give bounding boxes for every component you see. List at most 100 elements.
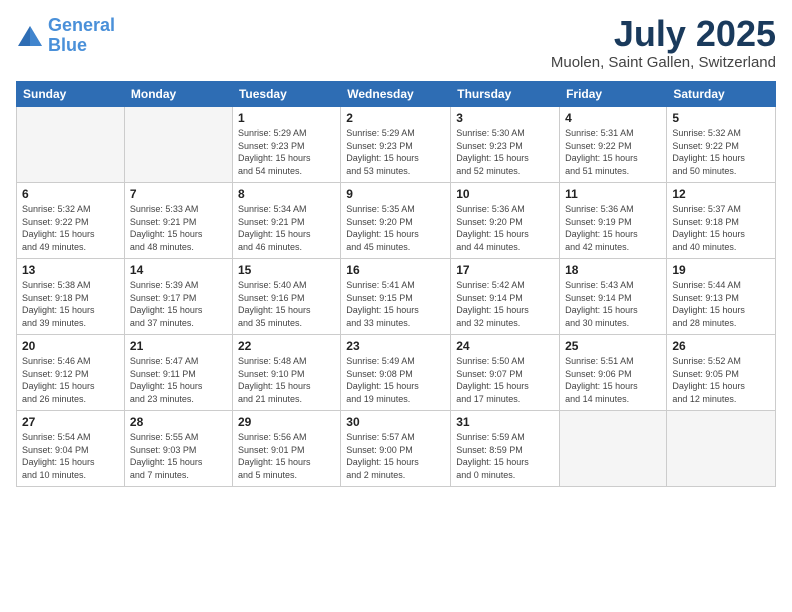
calendar-cell: 17 Sunrise: 5:42 AM Sunset: 9:14 PM Dayli… <box>451 259 560 335</box>
day-number: 17 <box>456 263 554 277</box>
day-info: Sunrise: 5:43 AM Sunset: 9:14 PM Dayligh… <box>565 279 661 329</box>
weekday-friday: Friday <box>560 82 667 107</box>
day-info: Sunrise: 5:29 AM Sunset: 9:23 PM Dayligh… <box>346 127 445 177</box>
location: Muolen, Saint Gallen, Switzerland <box>551 54 776 71</box>
calendar-cell: 22 Sunrise: 5:48 AM Sunset: 9:10 PM Dayli… <box>232 335 340 411</box>
day-info: Sunrise: 5:32 AM Sunset: 9:22 PM Dayligh… <box>672 127 770 177</box>
day-number: 21 <box>130 339 227 353</box>
day-info: Sunrise: 5:54 AM Sunset: 9:04 PM Dayligh… <box>22 431 119 481</box>
logo-general: General <box>48 15 115 35</box>
day-number: 12 <box>672 187 770 201</box>
calendar-cell: 6 Sunrise: 5:32 AM Sunset: 9:22 PM Daylig… <box>17 183 125 259</box>
day-number: 13 <box>22 263 119 277</box>
day-number: 2 <box>346 111 445 125</box>
day-number: 15 <box>238 263 335 277</box>
calendar-cell: 9 Sunrise: 5:35 AM Sunset: 9:20 PM Daylig… <box>341 183 451 259</box>
calendar-cell: 28Sunrise: 5:55 AM Sunset: 9:03 PM Dayli… <box>124 411 232 487</box>
calendar-cell: 26 Sunrise: 5:52 AM Sunset: 9:05 PM Dayli… <box>667 335 776 411</box>
day-number: 22 <box>238 339 335 353</box>
header: General Blue July 2025 Muolen, Saint Gal… <box>16 16 776 71</box>
calendar-cell: 29Sunrise: 5:56 AM Sunset: 9:01 PM Dayli… <box>232 411 340 487</box>
day-number: 29 <box>238 415 335 429</box>
day-number: 9 <box>346 187 445 201</box>
calendar-cell: 27 Sunrise: 5:54 AM Sunset: 9:04 PM Dayli… <box>17 411 125 487</box>
day-info: Sunrise: 5:36 AM Sunset: 9:20 PM Dayligh… <box>456 203 554 253</box>
day-number: 25 <box>565 339 661 353</box>
day-number: 31 <box>456 415 554 429</box>
weekday-tuesday: Tuesday <box>232 82 340 107</box>
day-number: 28 <box>130 415 227 429</box>
calendar-cell: 8 Sunrise: 5:34 AM Sunset: 9:21 PM Daylig… <box>232 183 340 259</box>
calendar-cell: 13 Sunrise: 5:38 AM Sunset: 9:18 PM Dayli… <box>17 259 125 335</box>
day-number: 6 <box>22 187 119 201</box>
day-info: Sunrise: 5:38 AM Sunset: 9:18 PM Dayligh… <box>22 279 119 329</box>
calendar-cell: 11Sunrise: 5:36 AM Sunset: 9:19 PM Dayli… <box>560 183 667 259</box>
calendar-cell: 31 Sunrise: 5:59 AM Sunset: 8:59 PM Dayli… <box>451 411 560 487</box>
day-number: 14 <box>130 263 227 277</box>
calendar-cell: 16Sunrise: 5:41 AM Sunset: 9:15 PM Dayli… <box>341 259 451 335</box>
week-row-0: 1 Sunrise: 5:29 AM Sunset: 9:23 PM Daylig… <box>17 107 776 183</box>
day-info: Sunrise: 5:31 AM Sunset: 9:22 PM Dayligh… <box>565 127 661 177</box>
day-number: 7 <box>130 187 227 201</box>
calendar-cell <box>17 107 125 183</box>
day-info: Sunrise: 5:57 AM Sunset: 9:00 PM Dayligh… <box>346 431 445 481</box>
week-row-3: 20Sunrise: 5:46 AM Sunset: 9:12 PM Dayli… <box>17 335 776 411</box>
calendar-cell: 24 Sunrise: 5:50 AM Sunset: 9:07 PM Dayli… <box>451 335 560 411</box>
day-number: 1 <box>238 111 335 125</box>
calendar-cell: 19Sunrise: 5:44 AM Sunset: 9:13 PM Dayli… <box>667 259 776 335</box>
day-info: Sunrise: 5:59 AM Sunset: 8:59 PM Dayligh… <box>456 431 554 481</box>
calendar-cell: 23Sunrise: 5:49 AM Sunset: 9:08 PM Dayli… <box>341 335 451 411</box>
day-number: 5 <box>672 111 770 125</box>
day-info: Sunrise: 5:33 AM Sunset: 9:21 PM Dayligh… <box>130 203 227 253</box>
day-info: Sunrise: 5:50 AM Sunset: 9:07 PM Dayligh… <box>456 355 554 405</box>
day-number: 24 <box>456 339 554 353</box>
day-number: 16 <box>346 263 445 277</box>
title-block: July 2025 Muolen, Saint Gallen, Switzerl… <box>551 16 776 71</box>
logo: General Blue <box>16 16 115 56</box>
day-info: Sunrise: 5:34 AM Sunset: 9:21 PM Dayligh… <box>238 203 335 253</box>
calendar-cell: 3Sunrise: 5:30 AM Sunset: 9:23 PM Daylig… <box>451 107 560 183</box>
calendar-cell: 14 Sunrise: 5:39 AM Sunset: 9:17 PM Dayli… <box>124 259 232 335</box>
day-info: Sunrise: 5:49 AM Sunset: 9:08 PM Dayligh… <box>346 355 445 405</box>
day-info: Sunrise: 5:37 AM Sunset: 9:18 PM Dayligh… <box>672 203 770 253</box>
day-number: 8 <box>238 187 335 201</box>
day-number: 11 <box>565 187 661 201</box>
calendar-cell: 2 Sunrise: 5:29 AM Sunset: 9:23 PM Daylig… <box>341 107 451 183</box>
day-number: 19 <box>672 263 770 277</box>
month-title: July 2025 <box>551 16 776 52</box>
logo-icon <box>16 24 44 48</box>
logo-text: General Blue <box>48 16 115 56</box>
day-info: Sunrise: 5:39 AM Sunset: 9:17 PM Dayligh… <box>130 279 227 329</box>
calendar-cell: 4Sunrise: 5:31 AM Sunset: 9:22 PM Daylig… <box>560 107 667 183</box>
logo-blue: Blue <box>48 35 87 55</box>
week-row-4: 27 Sunrise: 5:54 AM Sunset: 9:04 PM Dayli… <box>17 411 776 487</box>
calendar-cell <box>560 411 667 487</box>
weekday-wednesday: Wednesday <box>341 82 451 107</box>
calendar-cell: 25 Sunrise: 5:51 AM Sunset: 9:06 PM Dayli… <box>560 335 667 411</box>
day-info: Sunrise: 5:48 AM Sunset: 9:10 PM Dayligh… <box>238 355 335 405</box>
day-number: 30 <box>346 415 445 429</box>
calendar-cell: 18 Sunrise: 5:43 AM Sunset: 9:14 PM Dayli… <box>560 259 667 335</box>
day-number: 20 <box>22 339 119 353</box>
day-info: Sunrise: 5:35 AM Sunset: 9:20 PM Dayligh… <box>346 203 445 253</box>
day-info: Sunrise: 5:42 AM Sunset: 9:14 PM Dayligh… <box>456 279 554 329</box>
day-number: 26 <box>672 339 770 353</box>
week-row-2: 13 Sunrise: 5:38 AM Sunset: 9:18 PM Dayli… <box>17 259 776 335</box>
weekday-thursday: Thursday <box>451 82 560 107</box>
calendar-cell: 15 Sunrise: 5:40 AM Sunset: 9:16 PM Dayli… <box>232 259 340 335</box>
day-number: 27 <box>22 415 119 429</box>
week-row-1: 6 Sunrise: 5:32 AM Sunset: 9:22 PM Daylig… <box>17 183 776 259</box>
calendar: SundayMondayTuesdayWednesdayThursdayFrid… <box>16 81 776 487</box>
calendar-cell <box>124 107 232 183</box>
day-info: Sunrise: 5:32 AM Sunset: 9:22 PM Dayligh… <box>22 203 119 253</box>
calendar-cell: 1Sunrise: 5:29 AM Sunset: 9:23 PM Daylig… <box>232 107 340 183</box>
day-info: Sunrise: 5:52 AM Sunset: 9:05 PM Dayligh… <box>672 355 770 405</box>
day-number: 18 <box>565 263 661 277</box>
day-number: 10 <box>456 187 554 201</box>
calendar-cell: 20Sunrise: 5:46 AM Sunset: 9:12 PM Dayli… <box>17 335 125 411</box>
day-info: Sunrise: 5:40 AM Sunset: 9:16 PM Dayligh… <box>238 279 335 329</box>
day-info: Sunrise: 5:51 AM Sunset: 9:06 PM Dayligh… <box>565 355 661 405</box>
page: General Blue July 2025 Muolen, Saint Gal… <box>0 0 792 612</box>
weekday-monday: Monday <box>124 82 232 107</box>
weekday-sunday: Sunday <box>17 82 125 107</box>
